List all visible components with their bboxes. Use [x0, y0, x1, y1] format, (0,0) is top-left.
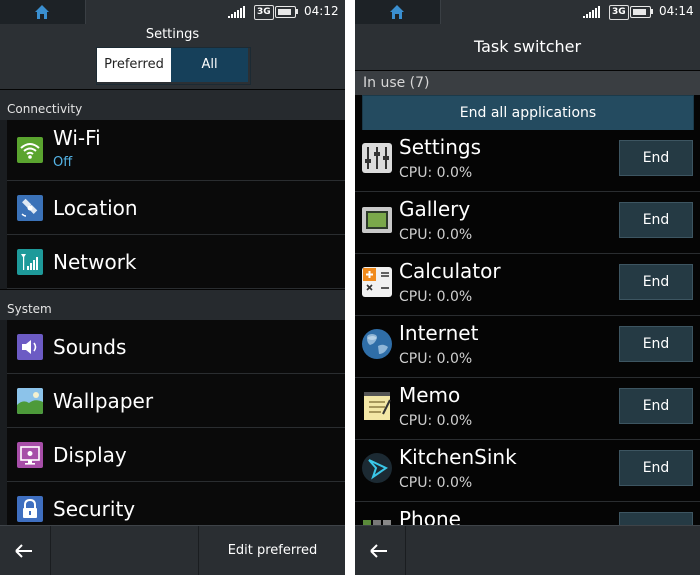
task-row-calculator[interactable]: Calculator CPU: 0.0% End — [355, 254, 700, 316]
signal-strength-icon — [228, 6, 245, 18]
battery-tip — [651, 9, 653, 14]
signal-icon — [17, 249, 43, 275]
home-icon — [390, 5, 404, 19]
task-name: Memo — [399, 383, 461, 407]
bottom-toolbar: Edit preferred — [0, 525, 345, 575]
task-cpu: CPU: 0.0% — [399, 351, 473, 367]
speaker-icon — [17, 334, 43, 360]
settings-item-sounds[interactable]: Sounds — [7, 320, 345, 374]
task-switcher-screen: 3G 04:14 Task switcher In use (7) End al… — [355, 0, 700, 575]
wifi-status: Off — [53, 155, 73, 170]
back-button[interactable] — [355, 526, 406, 575]
section-indicator — [0, 120, 7, 289]
task-cpu: CPU: 0.0% — [399, 289, 473, 305]
task-cpu: CPU: 0.0% — [399, 165, 473, 181]
task-name: Calculator — [399, 259, 501, 283]
settings-item-network[interactable]: Network — [7, 235, 345, 289]
satellite-icon — [17, 195, 43, 221]
back-arrow-icon — [370, 544, 387, 558]
home-button[interactable] — [0, 0, 86, 24]
tab-all[interactable]: All — [171, 48, 248, 82]
task-name: KitchenSink — [399, 445, 517, 469]
home-icon — [35, 5, 49, 19]
memo-icon — [364, 392, 391, 420]
task-row-gallery[interactable]: Gallery CPU: 0.0% End — [355, 192, 700, 254]
task-row-kitchensink[interactable]: KitchenSink CPU: 0.0% End — [355, 440, 700, 502]
end-task-button[interactable]: End — [619, 388, 693, 424]
gallery-icon — [362, 207, 392, 233]
status-bar: 3G 04:12 — [0, 0, 345, 24]
end-task-button[interactable]: End — [619, 140, 693, 176]
clock: 04:12 — [304, 4, 339, 18]
settings-item-wallpaper[interactable]: Wallpaper — [7, 374, 345, 428]
back-button[interactable] — [0, 526, 51, 575]
home-button[interactable] — [355, 0, 441, 24]
settings-item-display[interactable]: Display — [7, 428, 345, 482]
task-row-memo[interactable]: Memo CPU: 0.0% End — [355, 378, 700, 440]
settings-screen: 3G 04:12 Settings Preferred All Connecti… — [0, 0, 345, 575]
landscape-icon — [17, 388, 43, 414]
end-task-button[interactable]: End — [619, 264, 693, 300]
task-row-internet[interactable]: Internet CPU: 0.0% End — [355, 316, 700, 378]
task-cpu: CPU: 0.0% — [399, 413, 473, 429]
globe-icon — [362, 329, 392, 359]
equalizer-icon — [362, 143, 392, 173]
end-task-button[interactable]: End — [619, 326, 693, 362]
wifi-icon — [17, 137, 43, 163]
back-arrow-icon — [15, 544, 32, 558]
battery-tip — [296, 9, 298, 14]
settings-item-label: Network — [53, 250, 137, 274]
section-header-connectivity: Connectivity — [0, 90, 345, 120]
end-task-button[interactable]: End — [619, 202, 693, 238]
task-cpu: CPU: 0.0% — [399, 227, 473, 243]
battery-icon — [275, 6, 296, 18]
signal-strength-icon — [583, 6, 600, 18]
battery-icon — [630, 6, 651, 18]
end-task-button[interactable]: End — [619, 450, 693, 486]
monitor-icon — [17, 442, 43, 468]
settings-item-label: Display — [53, 443, 127, 467]
tab-preferred[interactable]: Preferred — [97, 48, 171, 82]
settings-item-label: Location — [53, 196, 138, 220]
settings-item-wifi[interactable]: Wi-Fi Off — [7, 120, 345, 181]
lock-icon — [17, 496, 43, 522]
task-cpu: CPU: 0.0% — [399, 475, 473, 491]
status-bar: 3G 04:14 — [355, 0, 700, 24]
network-type-badge: 3G — [609, 5, 629, 20]
end-all-button[interactable]: End all applications — [362, 95, 694, 131]
section-header-system: System — [0, 290, 345, 320]
page-title: Settings — [145, 27, 200, 42]
network-type-badge: 3G — [254, 5, 274, 20]
clock: 04:14 — [659, 4, 694, 18]
task-name: Gallery — [399, 197, 471, 221]
section-indicator — [0, 320, 7, 525]
settings-item-label: Wallpaper — [53, 389, 154, 413]
bottom-toolbar — [355, 525, 700, 575]
settings-item-label: Sounds — [53, 335, 127, 359]
settings-item-label: Wi-Fi — [53, 126, 101, 150]
kitchensink-icon — [362, 453, 392, 483]
settings-item-label: Security — [53, 497, 136, 521]
settings-item-location[interactable]: Location — [7, 181, 345, 235]
task-name: Internet — [399, 321, 479, 345]
in-use-header: In use (7) — [355, 71, 700, 95]
page-title: Task switcher — [473, 37, 582, 56]
edit-preferred-button[interactable]: Edit preferred — [198, 526, 345, 575]
calculator-icon — [362, 267, 392, 297]
task-name: Settings — [399, 135, 482, 159]
task-row-settings[interactable]: Settings CPU: 0.0% End — [355, 130, 700, 192]
